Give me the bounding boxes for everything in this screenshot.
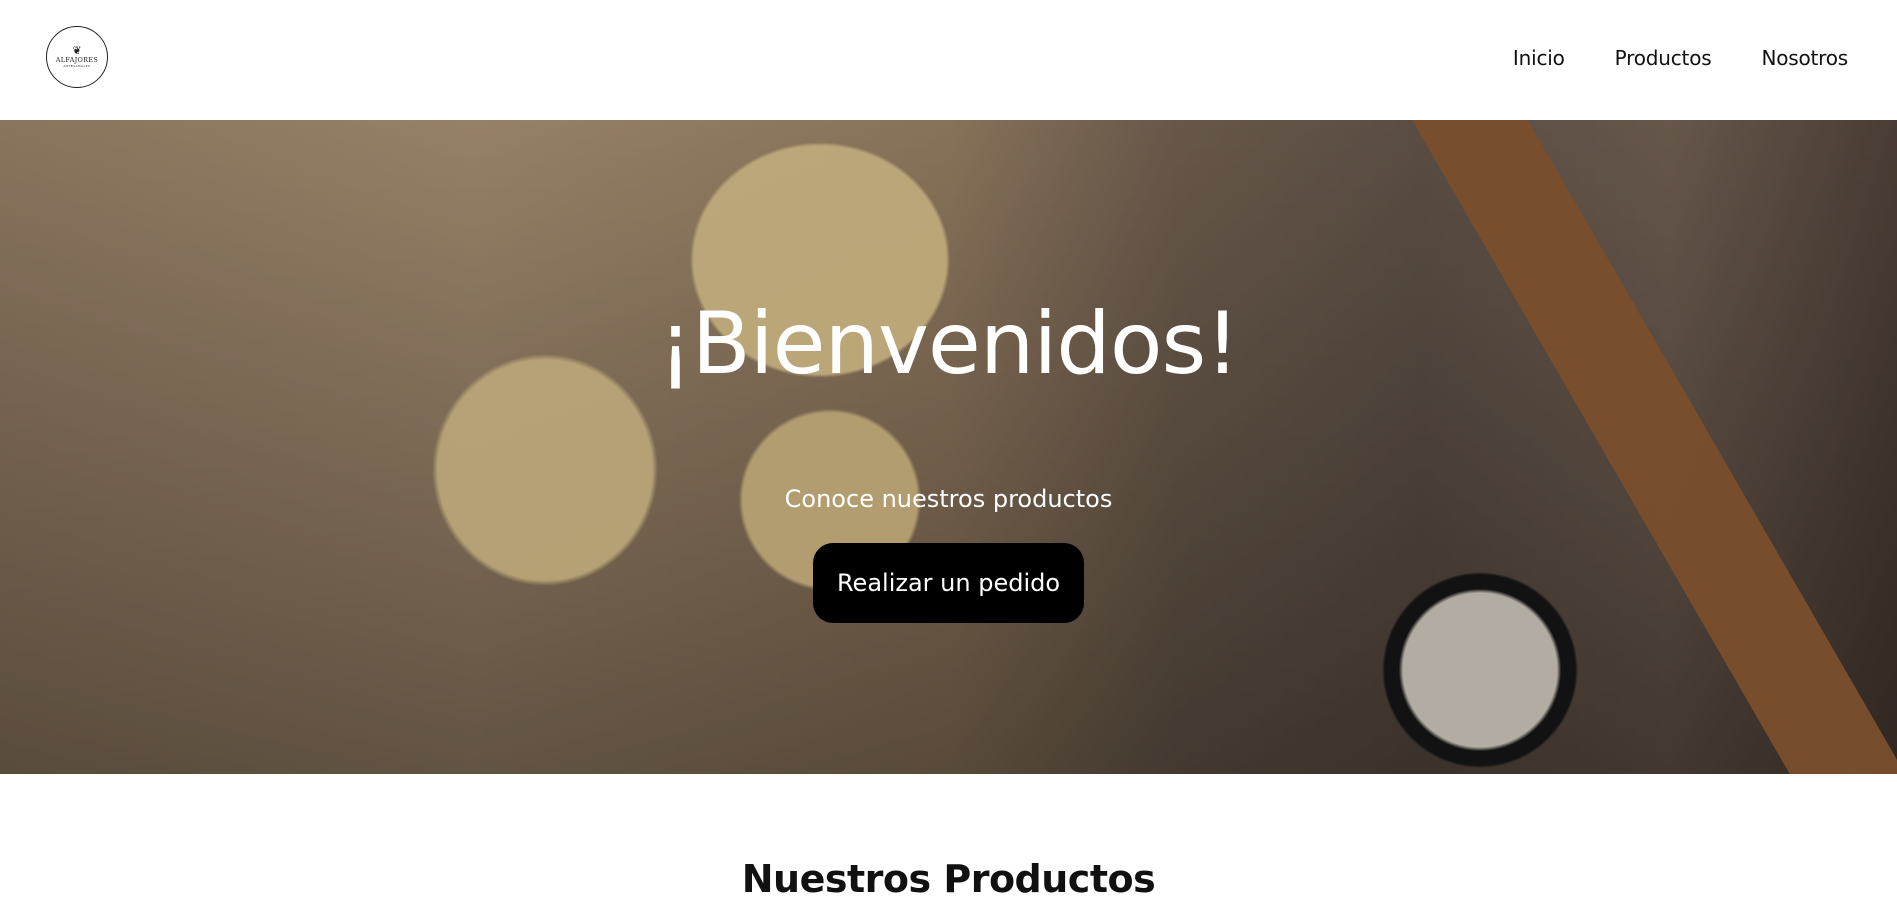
order-button[interactable]: Realizar un pedido xyxy=(812,542,1085,623)
nav-link-productos[interactable]: Productos xyxy=(1615,46,1712,70)
site-header: ❦ ALFAJORES ARTESANALES Inicio Productos… xyxy=(0,0,1897,120)
hero-subtitle: Conoce nuestros productos xyxy=(784,484,1113,513)
nav-link-nosotros[interactable]: Nosotros xyxy=(1761,46,1848,70)
nav-link-inicio[interactable]: Inicio xyxy=(1513,46,1565,70)
hero-title: ¡Bienvenidos! xyxy=(658,294,1239,394)
hero-banner: ¡Bienvenidos! Conoce nuestros productos … xyxy=(0,120,1897,774)
main-nav: Inicio Productos Nosotros xyxy=(1513,46,1848,70)
hero-content: ¡Bienvenidos! Conoce nuestros productos … xyxy=(0,120,1897,774)
products-section-title: Nuestros Productos xyxy=(741,856,1156,901)
brand-logo[interactable]: ❦ ALFAJORES ARTESANALES xyxy=(46,26,108,88)
logo-text: ALFAJORES xyxy=(55,55,99,64)
logo-subtext: ARTESANALES xyxy=(63,63,91,68)
whisk-icon: ❦ xyxy=(72,43,82,57)
